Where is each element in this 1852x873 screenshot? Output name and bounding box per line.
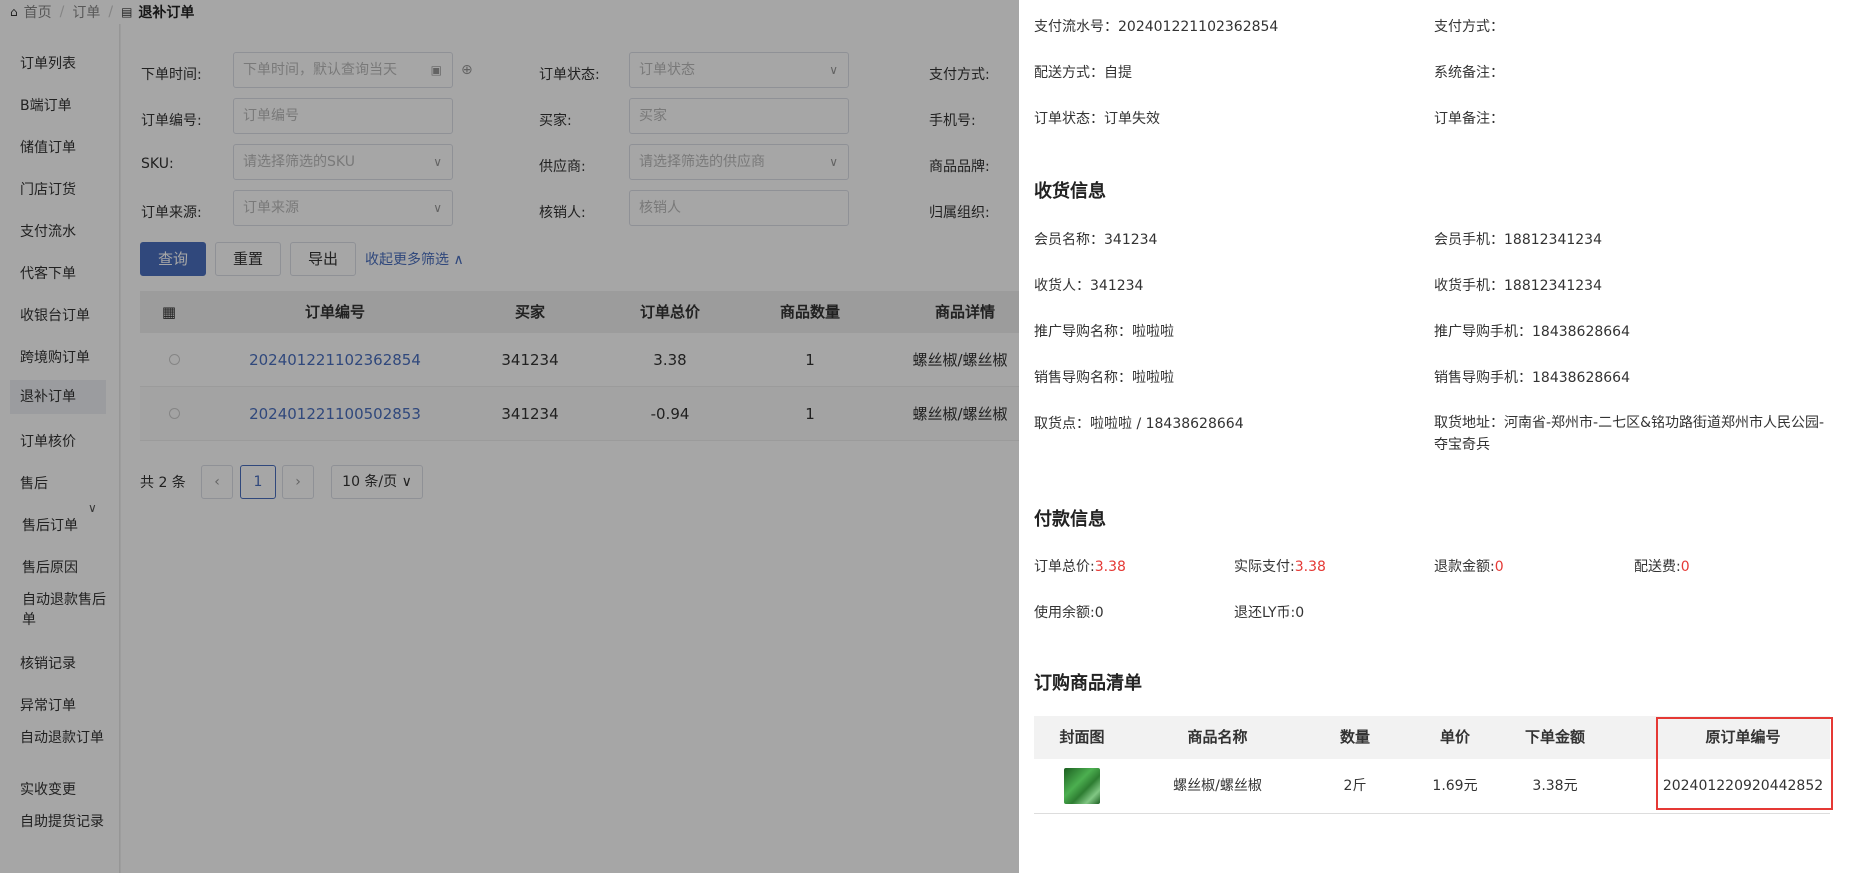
col-order-amount: 下单金额 xyxy=(1524,728,1585,746)
sales-name: 销售导购名称：啦啦啦 xyxy=(1034,370,1174,386)
goods-qty: 2斤 xyxy=(1343,778,1367,794)
pay-serial: 支付流水号：202401221102362854 xyxy=(1034,19,1279,35)
ly-coin-returned: 退还LY币:0 xyxy=(1234,605,1305,621)
payment-refund: 退款金额:0 xyxy=(1434,556,1504,576)
payment-actual-label: 实际支付: xyxy=(1234,559,1295,575)
order-status: 订单状态：订单失效 xyxy=(1034,111,1160,127)
order-detail-drawer: 支付流水号：202401221102362854 支付方式： 配送方式：自提 系… xyxy=(1019,0,1852,873)
highlight-box xyxy=(1656,717,1833,810)
delivery-method: 配送方式：自提 xyxy=(1034,65,1132,81)
promoter-name: 推广导购名称：啦啦啦 xyxy=(1034,324,1174,340)
payment-section-title: 付款信息 xyxy=(1034,509,1106,530)
system-note: 系统备注： xyxy=(1434,65,1504,81)
sales-phone: 销售导购手机：18438628664 xyxy=(1434,370,1630,386)
payment-actual-value: 3.38 xyxy=(1294,559,1326,575)
goods-unit-price: 1.69元 xyxy=(1432,778,1478,794)
member-phone: 会员手机：18812341234 xyxy=(1434,232,1602,248)
col-cover: 封面图 xyxy=(1059,728,1105,746)
receiver-name: 收货人：341234 xyxy=(1034,278,1144,294)
payment-total-label: 订单总价: xyxy=(1034,559,1095,575)
payment-total: 订单总价:3.38 xyxy=(1034,556,1126,576)
payment-shipping: 配送费:0 xyxy=(1634,556,1690,576)
pickup-point: 取货点：啦啦啦 / 18438628664 xyxy=(1034,416,1244,432)
goods-section-title: 订购商品清单 xyxy=(1034,673,1142,694)
col-goods-qty: 数量 xyxy=(1339,728,1370,746)
balance-used: 使用余额:0 xyxy=(1034,605,1104,621)
payment-shipping-value: 0 xyxy=(1680,559,1690,575)
product-thumbnail xyxy=(1064,768,1100,804)
order-note: 订单备注： xyxy=(1434,111,1504,127)
col-unit-price: 单价 xyxy=(1439,728,1470,746)
pay-method: 支付方式： xyxy=(1434,19,1504,35)
payment-total-value: 3.38 xyxy=(1094,559,1126,575)
promoter-phone: 推广导购手机：18438628664 xyxy=(1434,324,1630,340)
payment-refund-label: 退款金额: xyxy=(1434,559,1495,575)
payment-shipping-label: 配送费: xyxy=(1634,559,1681,575)
goods-amount: 3.38元 xyxy=(1532,778,1578,794)
pickup-address: 取货地址：河南省-郑州市-二七区&铭功路街道郑州市人民公园-夺宝奇兵 xyxy=(1434,415,1825,453)
receiver-phone: 收货手机：18812341234 xyxy=(1434,278,1602,294)
col-goods-name: 商品名称 xyxy=(1187,728,1248,746)
member-name: 会员名称：341234 xyxy=(1034,232,1158,248)
payment-refund-value: 0 xyxy=(1494,559,1504,575)
payment-actual: 实际支付:3.38 xyxy=(1234,556,1326,576)
goods-name: 螺丝椒/螺丝椒 xyxy=(1173,778,1262,794)
receive-section-title: 收货信息 xyxy=(1034,181,1106,202)
